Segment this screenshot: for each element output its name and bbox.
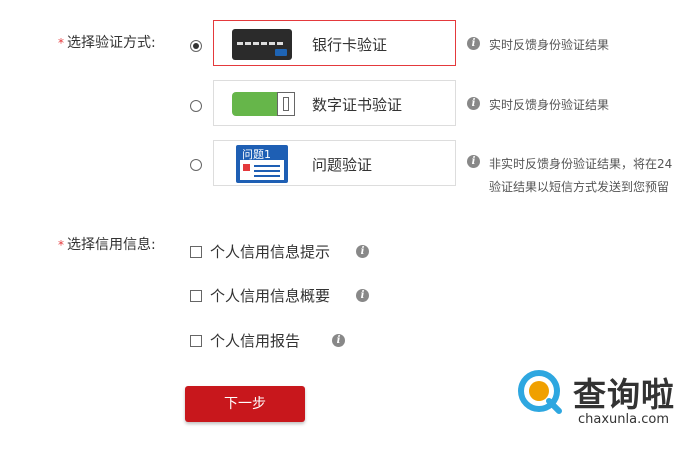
info-icon[interactable]: i bbox=[356, 245, 369, 258]
info-icon[interactable]: i bbox=[467, 37, 480, 50]
method-question-hint-line2: 验证结果以短信方式发送到您预留 bbox=[489, 180, 670, 194]
method-question-label: 问题验证 bbox=[312, 156, 373, 174]
checkbox[interactable] bbox=[190, 290, 202, 302]
credit-option-report[interactable]: 个人信用报告 bbox=[190, 330, 300, 351]
method-digital-cert[interactable]: 数字证书验证 bbox=[213, 80, 456, 126]
method-question-hint-line1: 非实时反馈身份验证结果，将在24 bbox=[489, 157, 673, 171]
radio-question[interactable] bbox=[190, 159, 202, 171]
checkbox[interactable] bbox=[190, 246, 202, 258]
info-icon[interactable]: i bbox=[467, 97, 480, 110]
watermark-brand: 查询啦 bbox=[573, 375, 675, 414]
method-bank-card[interactable]: 银行卡验证 bbox=[213, 20, 456, 66]
method-question[interactable]: 问题1 问题验证 bbox=[213, 140, 456, 186]
radio-bank-card[interactable] bbox=[190, 40, 202, 52]
usb-key-icon bbox=[232, 92, 295, 116]
method-bank-card-label: 银行卡验证 bbox=[312, 36, 388, 54]
verify-method-label: * 选择验证方式: bbox=[58, 35, 156, 51]
questionnaire-icon: 问题1 bbox=[236, 145, 288, 183]
credit-option-overview[interactable]: 个人信用信息概要 bbox=[190, 285, 330, 306]
info-icon[interactable]: i bbox=[467, 155, 480, 168]
info-icon[interactable]: i bbox=[332, 334, 345, 347]
credit-option-summary-hint[interactable]: 个人信用信息提示 bbox=[190, 241, 330, 262]
bank-card-icon bbox=[232, 29, 292, 60]
checkbox[interactable] bbox=[190, 335, 202, 347]
radio-digital-cert[interactable] bbox=[190, 100, 202, 112]
method-digital-cert-label: 数字证书验证 bbox=[312, 96, 403, 114]
credit-info-label: * 选择信用信息: bbox=[58, 237, 156, 253]
watermark-url: chaxunla.com bbox=[578, 412, 669, 427]
method-bank-card-hint: 实时反馈身份验证结果 bbox=[489, 38, 610, 52]
next-step-button[interactable]: 下一步 bbox=[185, 386, 305, 422]
watermark-logo-icon bbox=[515, 367, 571, 417]
method-digital-cert-hint: 实时反馈身份验证结果 bbox=[489, 98, 610, 112]
info-icon[interactable]: i bbox=[356, 289, 369, 302]
